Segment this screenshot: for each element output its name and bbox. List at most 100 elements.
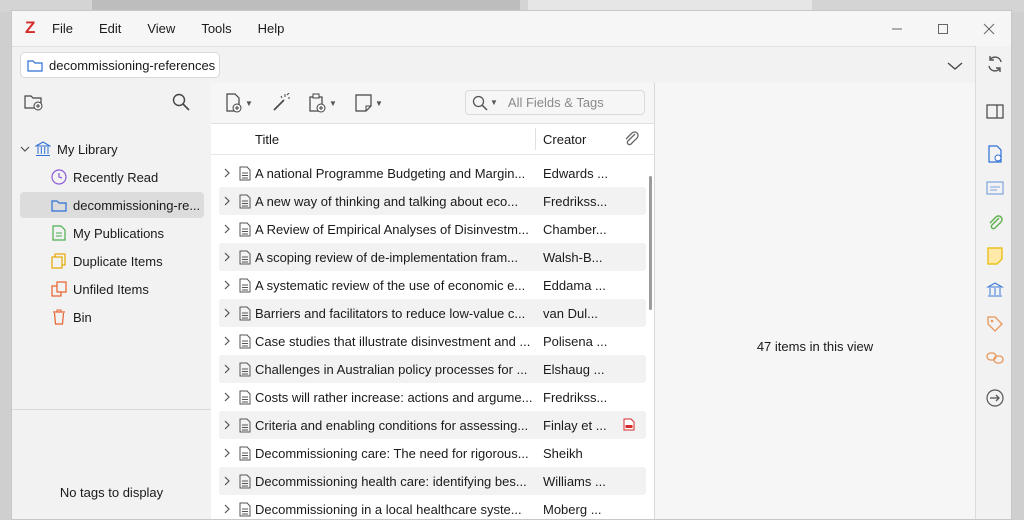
- locate-button[interactable]: [985, 388, 1005, 408]
- pdf-attachment-icon[interactable]: [623, 418, 635, 434]
- new-collection-button[interactable]: [24, 93, 44, 114]
- row-creator: Chamber...: [543, 221, 607, 237]
- row-creator: Sheikh: [543, 445, 583, 461]
- chevron-right-icon[interactable]: [219, 504, 235, 514]
- minimize-button[interactable]: [874, 11, 920, 46]
- chevron-right-icon[interactable]: [219, 308, 235, 318]
- attachments-section-button[interactable]: [985, 212, 1005, 232]
- tag-selector: No tags to display: [12, 409, 211, 519]
- search-box[interactable]: ▼: [465, 90, 645, 115]
- table-row[interactable]: A scoping review of de-implementation fr…: [219, 243, 646, 271]
- tree-collection-decommissioning[interactable]: decommissioning-re...: [20, 192, 204, 218]
- table-row[interactable]: Decommissioning in a local healthcare sy…: [219, 495, 646, 519]
- collection-search-button[interactable]: [172, 93, 190, 114]
- items-pane: ▼ ▼ ▼ ▼ Title Creator: [211, 83, 655, 519]
- maximize-button[interactable]: [920, 11, 966, 46]
- items-count-message: 47 items in this view: [756, 339, 874, 354]
- new-item-button[interactable]: ▼: [225, 92, 253, 114]
- table-row[interactable]: Decommissioning health care: identifying…: [219, 467, 646, 495]
- document-icon: [235, 306, 255, 321]
- row-creator: Williams ...: [543, 473, 606, 489]
- document-icon: [235, 194, 255, 209]
- library-icon: [34, 140, 52, 158]
- clock-icon: [50, 168, 68, 186]
- column-attachments-header[interactable]: [623, 130, 639, 149]
- menu-tools[interactable]: Tools: [201, 21, 231, 36]
- tree-bin[interactable]: Bin: [50, 304, 200, 330]
- table-row[interactable]: Criteria and enabling conditions for ass…: [219, 411, 646, 439]
- search-icon[interactable]: [472, 95, 488, 111]
- column-separator[interactable]: [535, 128, 536, 150]
- tab-library[interactable]: decommissioning-references: [20, 52, 220, 78]
- info-section-button[interactable]: [985, 144, 1005, 164]
- table-row[interactable]: Decommissioning care: The need for rigor…: [219, 439, 646, 467]
- table-row[interactable]: A national Programme Budgeting and Margi…: [219, 159, 646, 187]
- add-attachment-icon: [309, 93, 326, 113]
- menu-view[interactable]: View: [147, 21, 175, 36]
- duplicate-icon: [50, 252, 68, 270]
- menu-edit[interactable]: Edit: [99, 21, 121, 36]
- close-button[interactable]: [966, 11, 1011, 46]
- table-row[interactable]: A new way of thinking and talking about …: [219, 187, 646, 215]
- tabs-menu-button[interactable]: [947, 59, 963, 74]
- chevron-right-icon[interactable]: [219, 336, 235, 346]
- column-title-header[interactable]: Title: [255, 132, 279, 147]
- background-window-ghost: [528, 0, 812, 10]
- related-section-button[interactable]: [985, 348, 1005, 368]
- publications-icon: [50, 224, 68, 242]
- chevron-right-icon[interactable]: [219, 448, 235, 458]
- tag-icon: [987, 316, 1003, 332]
- tree-recently-read[interactable]: Recently Read: [50, 164, 200, 190]
- tags-section-button[interactable]: [985, 314, 1005, 334]
- notes-section-button[interactable]: [985, 246, 1005, 266]
- tree-duplicate-items[interactable]: Duplicate Items: [50, 248, 200, 274]
- row-creator: Elshaug ...: [543, 361, 605, 377]
- column-creator-header[interactable]: Creator: [543, 132, 586, 147]
- add-by-identifier-button[interactable]: [271, 92, 291, 114]
- tree-my-library[interactable]: My Library: [20, 136, 204, 162]
- chevron-right-icon[interactable]: [219, 420, 235, 430]
- minimize-icon: [892, 28, 902, 29]
- search-mode-dropdown-icon[interactable]: ▼: [490, 98, 498, 107]
- chevron-right-icon[interactable]: [219, 364, 235, 374]
- toggle-pane-button[interactable]: [985, 102, 1005, 122]
- chevron-right-icon[interactable]: [219, 224, 235, 234]
- close-icon: [983, 23, 995, 34]
- new-note-button[interactable]: ▼: [355, 92, 383, 114]
- chevron-right-icon[interactable]: [219, 476, 235, 486]
- locate-arrow-icon: [986, 389, 1004, 407]
- add-attachment-button[interactable]: ▼: [307, 92, 337, 114]
- libraries-collections-button[interactable]: [985, 280, 1005, 300]
- document-icon: [235, 474, 255, 489]
- search-input[interactable]: [505, 94, 640, 111]
- items-column-header: Title Creator: [211, 124, 654, 155]
- search-icon: [172, 93, 190, 111]
- items-scrollbar[interactable]: [649, 176, 652, 310]
- table-row[interactable]: A Review of Empirical Analyses of Disinv…: [219, 215, 646, 243]
- sync-button[interactable]: [985, 54, 1005, 74]
- chevron-down-icon[interactable]: [20, 144, 30, 154]
- table-row[interactable]: Barriers and facilitators to reduce low-…: [219, 299, 646, 327]
- tab-bar: decommissioning-references: [12, 46, 975, 85]
- chevron-right-icon[interactable]: [219, 252, 235, 262]
- chevron-right-icon[interactable]: [219, 392, 235, 402]
- chevron-right-icon[interactable]: [219, 196, 235, 206]
- chevron-right-icon[interactable]: [219, 168, 235, 178]
- row-creator: Fredrikss...: [543, 389, 608, 405]
- chevron-down-icon: ▼: [329, 98, 337, 108]
- related-link-icon: [986, 352, 1004, 364]
- table-row[interactable]: A systematic review of the use of econom…: [219, 271, 646, 299]
- menu-file[interactable]: File: [52, 21, 73, 36]
- row-creator: Edwards ...: [543, 165, 609, 181]
- tree-my-publications[interactable]: My Publications: [50, 220, 200, 246]
- table-row[interactable]: Case studies that illustrate disinvestme…: [219, 327, 646, 355]
- row-creator: van Dul...: [543, 305, 598, 321]
- table-row[interactable]: Costs will rather increase: actions and …: [219, 383, 646, 411]
- menu-help[interactable]: Help: [258, 21, 285, 36]
- abstract-icon: [986, 181, 1004, 195]
- maximize-icon: [938, 23, 948, 34]
- abstract-section-button[interactable]: [985, 178, 1005, 198]
- chevron-right-icon[interactable]: [219, 280, 235, 290]
- table-row[interactable]: Challenges in Australian policy processe…: [219, 355, 646, 383]
- tree-unfiled-items[interactable]: Unfiled Items: [50, 276, 200, 302]
